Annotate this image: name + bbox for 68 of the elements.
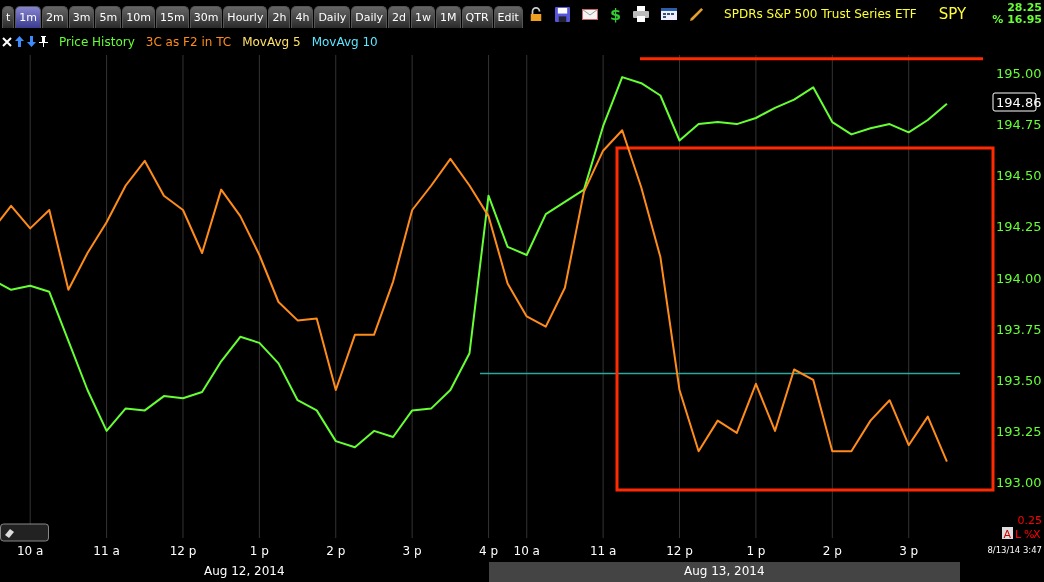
time-axis-label: 12 p: [666, 544, 693, 558]
scale-button[interactable]: %: [1024, 528, 1035, 541]
legend-label[interactable]: MovAvg 5: [242, 34, 301, 49]
eraser-button[interactable]: [0, 523, 49, 542]
time-axis-label: 2 p: [326, 544, 346, 558]
price-axis-label: 194.00: [996, 270, 1042, 286]
time-axis-label: 2 p: [822, 544, 842, 558]
time-axis-label: 11 a: [589, 544, 617, 558]
percent-value: % 16.95: [992, 14, 1042, 26]
price-axis-label: 193.25: [996, 423, 1042, 439]
time-axis-label: 4 p: [479, 544, 499, 558]
instrument-name: SPDRs S&P 500 Trust Series ETF: [724, 7, 917, 21]
timestamp: 8/13/14 3:47: [987, 545, 1042, 555]
timeframe-tab[interactable]: 10m: [122, 6, 155, 28]
date-label: Aug 13, 2014: [488, 562, 960, 582]
scale-step: 0.25: [1017, 514, 1042, 527]
date-label: Aug 12, 2014: [202, 563, 286, 580]
timeframe-tab[interactable]: 1w: [411, 6, 436, 28]
timeframe-tab[interactable]: Edit: [493, 6, 523, 28]
legend-label[interactable]: MovAvg 10: [311, 34, 378, 49]
time-axis-label: 3 p: [899, 544, 919, 558]
down-arrow-icon[interactable]: [27, 36, 36, 47]
price-axis-label: 194.75: [996, 117, 1042, 133]
timeframe-tab[interactable]: Daily: [314, 6, 351, 28]
timeframe-tab[interactable]: 3m: [68, 6, 95, 28]
time-axis-label: 11 a: [93, 544, 120, 558]
time-axis-label: 12 p: [169, 544, 197, 558]
scale-button[interactable]: A: [1002, 527, 1013, 541]
timeframe-tab[interactable]: t: [2, 6, 15, 28]
print-icon[interactable]: [633, 6, 650, 22]
change-value: 28.25: [1007, 2, 1042, 14]
timeframe-tab[interactable]: 5m: [95, 6, 122, 28]
close-icon[interactable]: [2, 36, 12, 47]
price-axis-label: 194.50: [996, 168, 1042, 184]
mail-icon[interactable]: [581, 8, 598, 20]
legend-label[interactable]: Price History: [59, 34, 135, 49]
timeframe-tab[interactable]: 15m: [155, 6, 189, 28]
time-axis-label: 3 p: [402, 544, 422, 558]
price-axis-label: 193.75: [996, 321, 1042, 337]
time-axis-label: 1 p: [249, 544, 269, 558]
scale-button[interactable]: X: [1033, 528, 1041, 541]
up-arrow-icon[interactable]: [15, 36, 24, 47]
lock-icon[interactable]: [528, 6, 543, 22]
price-axis-label: 194.25: [996, 219, 1042, 235]
timeframe-tab[interactable]: 4h: [291, 6, 314, 28]
pin-icon[interactable]: [39, 36, 48, 47]
timeframe-tab[interactable]: 2m: [42, 6, 68, 28]
dollar-button[interactable]: $: [609, 4, 622, 24]
timeframe-tab[interactable]: 2h: [268, 6, 291, 28]
pencil-icon[interactable]: [689, 6, 705, 22]
save-icon[interactable]: [554, 6, 570, 22]
timeframe-tab[interactable]: 2d: [388, 6, 411, 28]
legend-label[interactable]: 3C as F2 in TC: [145, 34, 232, 49]
timeframe-tab[interactable]: 30m: [189, 6, 223, 28]
symbol-label: SPY: [938, 5, 967, 23]
time-axis-label: 1 p: [746, 544, 766, 558]
timeframe-tab[interactable]: Daily: [351, 6, 388, 28]
calendar-icon[interactable]: [661, 8, 678, 20]
timeframe-tab[interactable]: 1M: [436, 6, 461, 28]
scale-button[interactable]: L: [1015, 528, 1022, 541]
time-axis-label: 10 a: [513, 544, 540, 558]
timeframe-tab[interactable]: 1m: [15, 6, 42, 28]
timeframe-tab[interactable]: Hourly: [223, 6, 268, 28]
price-axis-label: 193.00: [996, 475, 1042, 490]
price-axis-label: 193.50: [996, 372, 1042, 388]
time-axis-label: 10 a: [17, 544, 44, 558]
price-axis-label: 195.00: [996, 66, 1042, 81]
timeframe-tab[interactable]: QTR: [461, 6, 493, 28]
